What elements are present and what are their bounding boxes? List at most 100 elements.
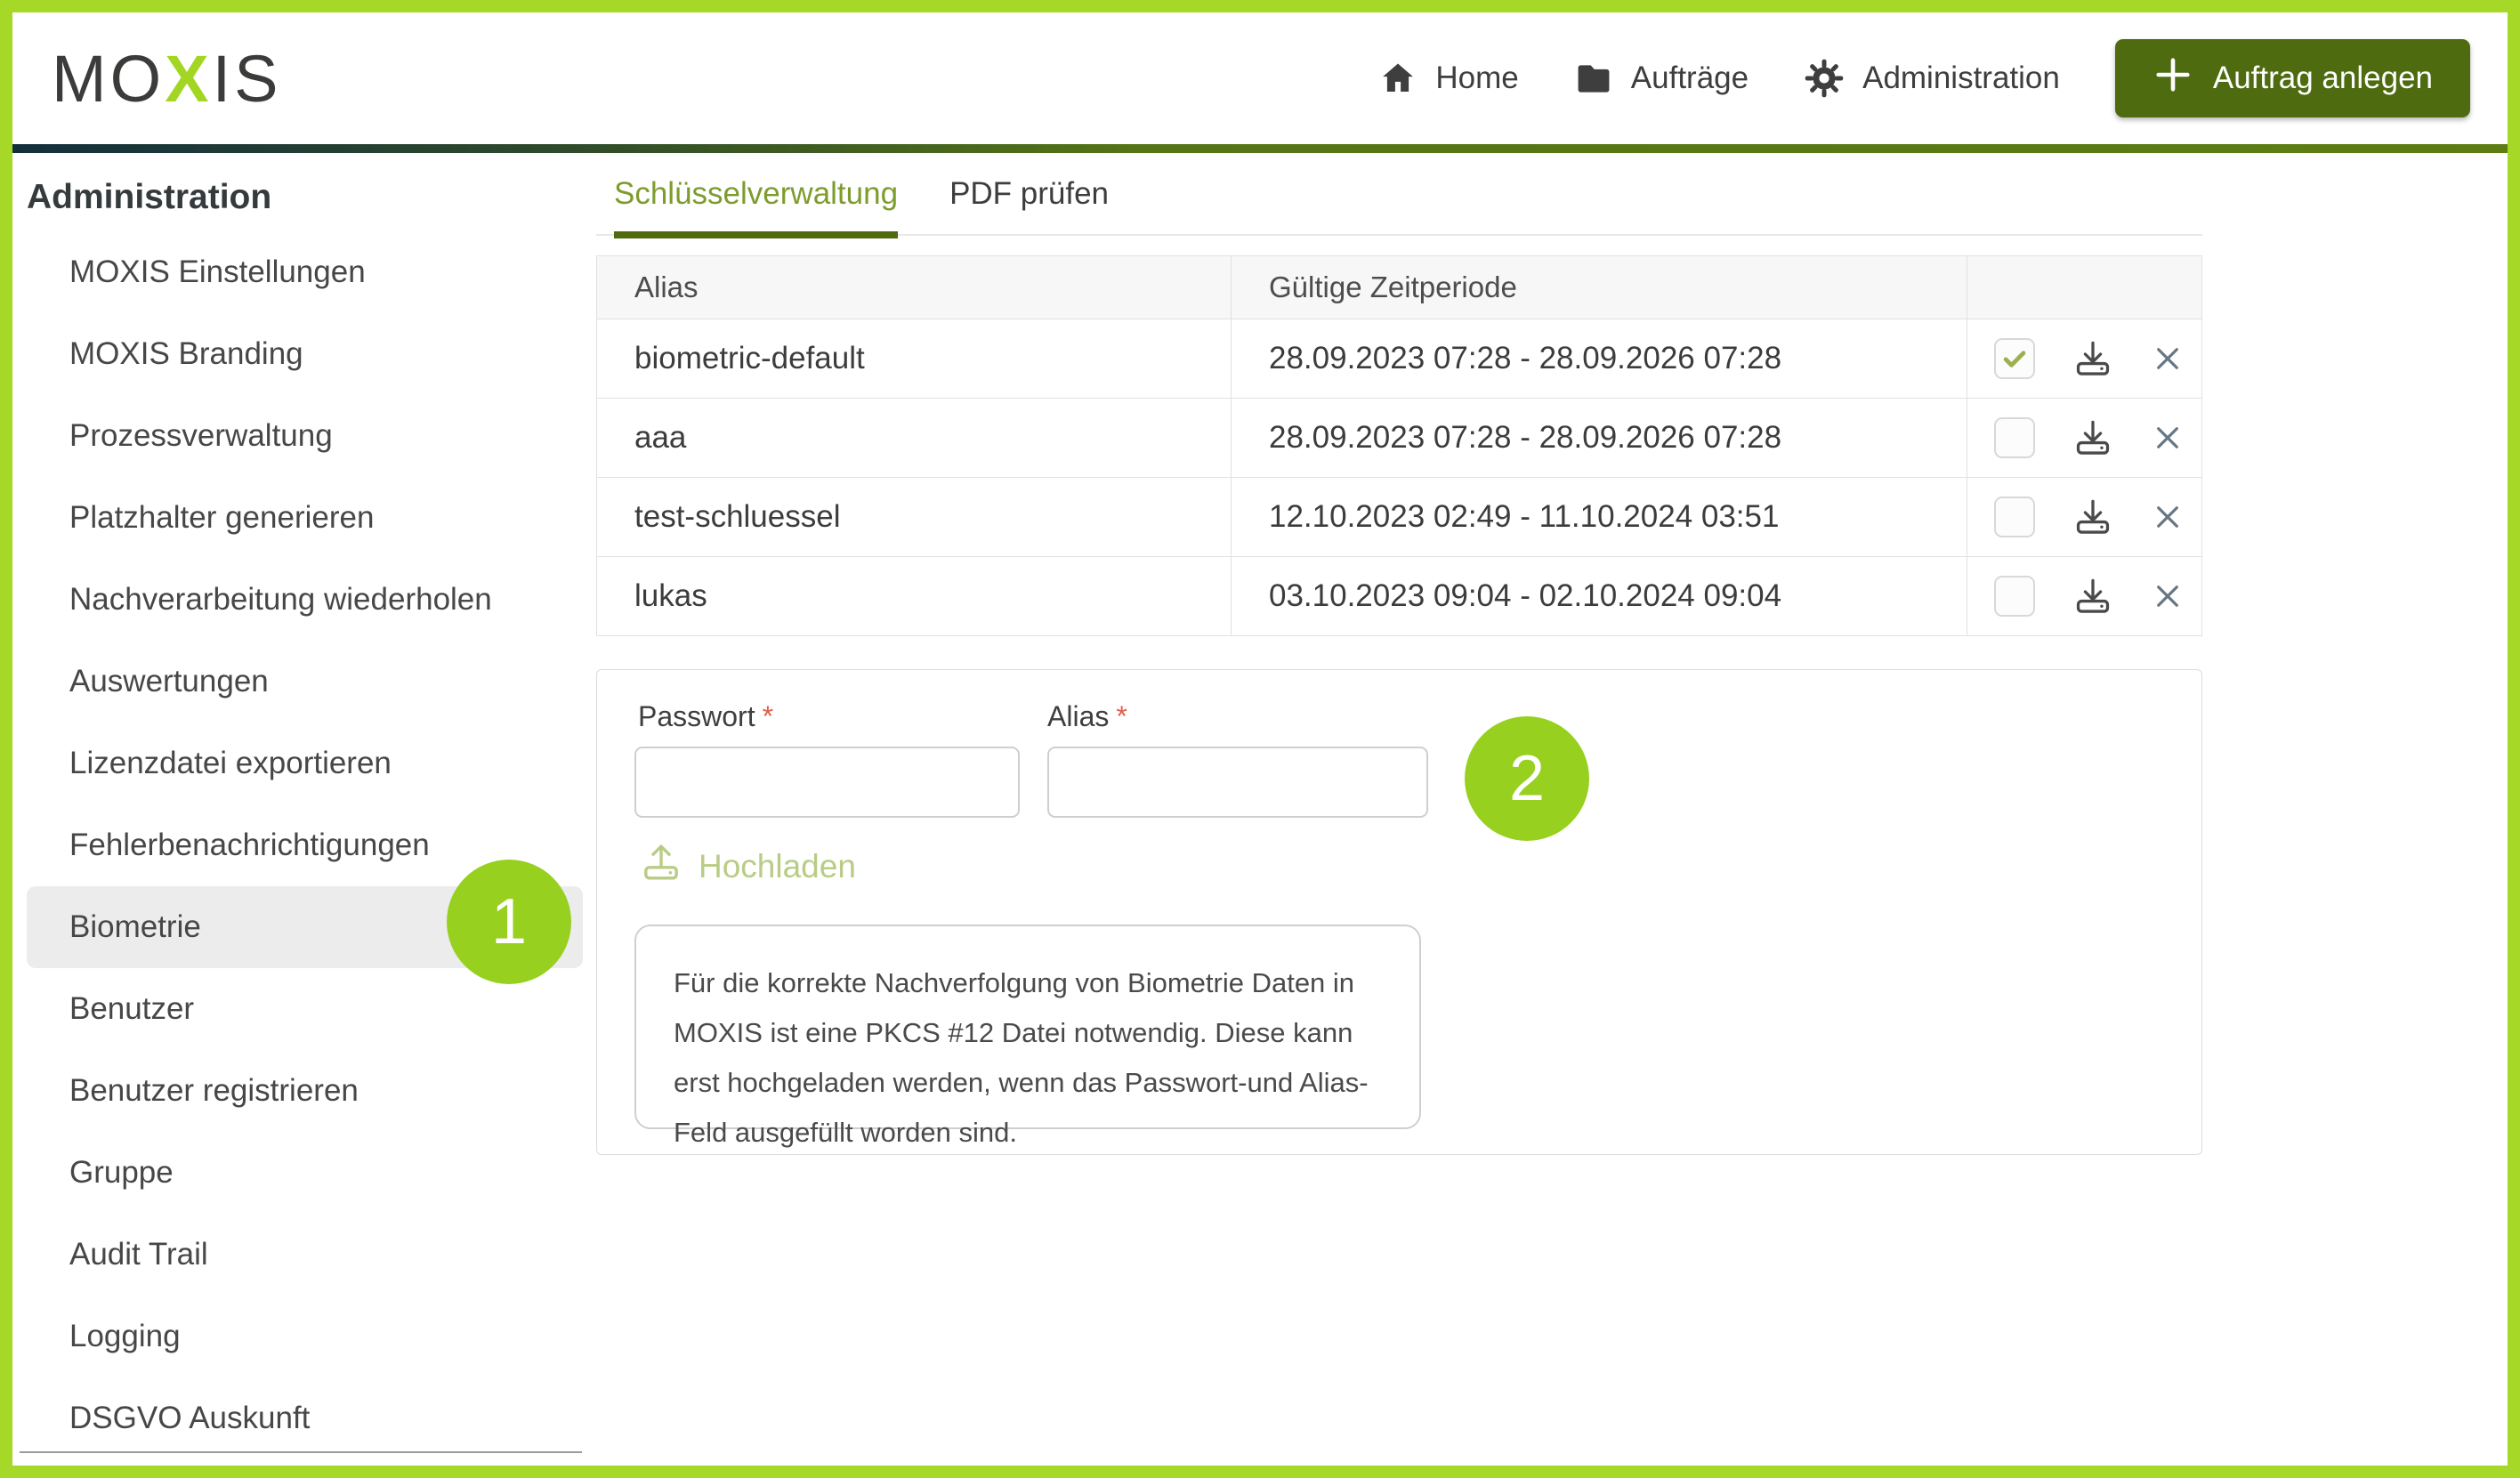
download-icon[interactable] [2072,576,2113,617]
annotation-step-1: 1 [447,860,571,984]
tab-pdf-pruefen[interactable]: PDF prüfen [949,176,1109,238]
period-cell: 28.09.2023 07:28 - 28.09.2026 07:28 [1231,399,1967,477]
sidebar-item-label: Benutzer registrieren [69,1073,359,1108]
info-box: Für die korrekte Nachverfolgung von Biom… [634,925,1421,1148]
sidebar-item-label: Fehlerbenachrichtigungen [69,828,430,862]
upload-icon [640,841,682,892]
period-cell: 12.10.2023 02:49 - 11.10.2024 03:51 [1231,478,1967,556]
sidebar-item-label: Lizenzdatei exportieren [69,746,392,780]
sidebar-item-label: Platzhalter generieren [69,500,375,535]
sidebar-item-label: Prozessverwaltung [69,418,333,453]
alias-label-text: Alias [1047,700,1110,732]
alias-cell: aaa [634,420,687,455]
table-row: biometric-default 28.09.2023 07:28 - 28.… [597,319,2201,398]
sidebar-item[interactable]: Gruppe [27,1132,583,1214]
active-key-checkbox[interactable] [1994,338,2035,379]
sidebar-item[interactable]: MOXIS Einstellungen [27,231,583,313]
sidebar-item[interactable]: Lizenzdatei exportieren [27,723,583,804]
nav-label: Administration [1862,61,2060,95]
gear-icon [1804,58,1845,99]
alias-label: Alias * [1047,700,1127,733]
password-label: Passwort * [638,700,773,733]
alias-cell: lukas [634,578,707,613]
delete-key-icon[interactable] [2151,421,2185,455]
column-header-period: Gültige Zeitperiode [1231,256,1967,319]
upload-button[interactable]: Hochladen [640,841,856,892]
sidebar-item-label: DSGVO Auskunft [69,1401,311,1435]
password-field[interactable] [634,747,1020,818]
download-icon[interactable] [2072,497,2113,537]
top-nav: Home Aufträge Administration Auftrag anl… [1378,37,2470,119]
download-icon[interactable] [2072,338,2113,379]
delete-key-icon[interactable] [2151,500,2185,534]
table-row: test-schluessel 12.10.2023 02:49 - 11.10… [597,477,2201,556]
delete-key-icon[interactable] [2151,579,2185,613]
required-asterisk: * [1116,700,1127,732]
sidebar-item[interactable]: Nachverarbeitung wiederholen [27,559,583,641]
folder-icon [1574,59,1613,98]
tab-schluesselverwaltung[interactable]: Schlüsselverwaltung [614,176,899,238]
logo-text: IS [212,42,282,116]
actions-cell [1967,399,2201,477]
cta-label: Auftrag anlegen [2212,61,2433,95]
sidebar-item-label: Nachverarbeitung wiederholen [69,582,492,617]
period-cell: 28.09.2023 07:28 - 28.09.2026 07:28 [1231,319,1967,398]
delete-key-icon[interactable] [2151,342,2185,376]
required-asterisk: * [762,700,774,732]
plus-icon [2152,54,2193,103]
sidebar-item[interactable]: Auswertungen [27,641,583,723]
nav-item-home[interactable]: Home [1378,59,1519,98]
create-order-button[interactable]: Auftrag anlegen [2114,39,2470,117]
sidebar-title: Administration [27,178,272,216]
active-key-checkbox[interactable] [1994,576,2035,617]
alias-cell: biometric-default [634,341,865,376]
table-row: aaa 28.09.2023 07:28 - 28.09.2026 07:28 [597,398,2201,477]
sidebar-item[interactable]: Audit Trail [27,1214,583,1296]
actions-cell [1967,478,2201,556]
sidebar-item-label: Logging [69,1319,181,1353]
header-gradient-divider [12,144,2508,153]
sidebar-menu: MOXIS Einstellungen MOXIS Branding Proze… [27,231,583,1459]
app-header: MOXIS Home Aufträge Administration Auftr… [12,12,2508,144]
sidebar-item-label: Gruppe [69,1155,174,1190]
sidebar-item-label: MOXIS Einstellungen [69,254,366,289]
column-header-alias: Alias [634,271,699,303]
moxis-logo: MOXIS [52,41,281,117]
logo-x: X [165,42,213,116]
upload-label: Hochladen [699,847,856,884]
table-header-row: Alias Gültige Zeitperiode [597,256,2201,319]
sidebar-item[interactable]: MOXIS Branding [27,313,583,395]
home-icon [1378,59,1418,98]
alias-cell: test-schluessel [634,499,841,534]
actions-cell [1967,319,2201,398]
alias-field[interactable] [1047,747,1428,818]
column-header-actions [1967,256,2201,319]
sidebar-item[interactable]: Benutzer registrieren [27,1050,583,1132]
nav-label: Aufträge [1630,61,1749,95]
download-icon[interactable] [2072,417,2113,458]
sidebar-item[interactable]: Platzhalter generieren [27,477,583,559]
upload-form-panel: Passwort * Alias * Hochladen Für die korre… [596,669,2202,1155]
annotation-step-2: 2 [1465,716,1589,841]
nav-item-auftraege[interactable]: Aufträge [1574,59,1749,98]
actions-cell [1967,557,2201,635]
nav-label: Home [1435,61,1519,95]
content-tabs: Schlüsselverwaltung PDF prüfen [614,176,1109,238]
table-row: lukas 03.10.2023 09:04 - 02.10.2024 09:0… [597,556,2201,635]
sidebar-item-label: MOXIS Branding [69,336,303,371]
nav-item-administration[interactable]: Administration [1804,58,2060,99]
sidebar-item-label: Audit Trail [69,1237,208,1272]
active-key-checkbox[interactable] [1994,497,2035,537]
page: MOXIS Home Aufträge Administration Auftr… [12,12,2508,1466]
logo-text: MO [52,42,166,116]
sidebar-item-label: Biometrie [69,909,201,944]
sidebar-bottom-divider [20,1451,582,1453]
sidebar-item[interactable]: DSGVO Auskunft [27,1377,583,1459]
period-cell: 03.10.2023 09:04 - 02.10.2024 09:04 [1231,557,1967,635]
sidebar-item[interactable]: Prozessverwaltung [27,395,583,477]
active-key-checkbox[interactable] [1994,417,2035,458]
key-table: Alias Gültige Zeitperiode biometric-defa… [596,255,2202,636]
password-label-text: Passwort [638,700,755,732]
sidebar-item[interactable]: Logging [27,1296,583,1377]
sidebar-item-label: Auswertungen [69,664,269,699]
